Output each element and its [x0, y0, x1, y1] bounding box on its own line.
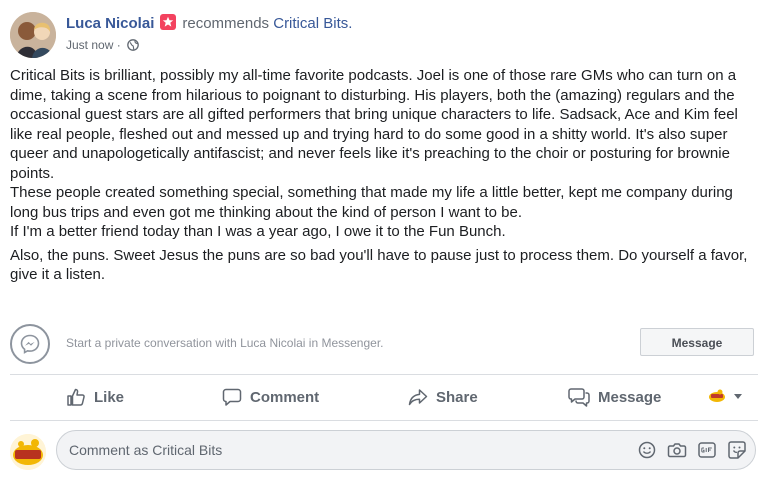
body-paragraph: Also, the puns. Sweet Jesus the puns are… [10, 246, 748, 284]
like-button[interactable]: Like [66, 377, 124, 417]
post-meta: Just now · [66, 38, 139, 54]
message-icon [568, 388, 590, 407]
meta-separator: · [116, 38, 121, 52]
comment-icon [222, 388, 242, 406]
timestamp[interactable]: Just now [66, 38, 113, 52]
share-icon [408, 389, 428, 406]
author-line: Luca Nicolai recommends Critical Bits. [66, 14, 352, 32]
author-name[interactable]: Luca Nicolai [66, 15, 154, 32]
messenger-prompt-text: Start a private conversation with Luca N… [66, 336, 384, 350]
like-icon [67, 388, 85, 406]
emoji-icon[interactable] [637, 440, 657, 460]
body-paragraph: Critical Bits is brilliant, possibly my … [10, 67, 738, 182]
comment-composer: Comment as Critical Bits [10, 428, 758, 472]
sticker-icon[interactable] [727, 440, 747, 460]
author-avatar[interactable] [10, 12, 56, 58]
page-name-link[interactable]: Critical Bits. [273, 15, 352, 32]
action-bar: Like Comment Share Message [10, 377, 758, 417]
divider [10, 420, 758, 421]
body-paragraph: These people created something special, … [10, 184, 733, 221]
camera-icon[interactable] [667, 440, 687, 460]
page-avatar[interactable] [10, 434, 46, 470]
comment-icon-tray [637, 440, 747, 460]
comment-placeholder: Comment as Critical Bits [69, 442, 223, 458]
post-header: Luca Nicolai recommends Critical Bits. Ju… [10, 12, 750, 60]
messenger-icon [10, 324, 50, 364]
share-label: Share [436, 388, 478, 406]
message-action-label: Message [598, 388, 662, 406]
recommends-text: recommends [182, 15, 270, 32]
share-button[interactable]: Share [408, 377, 478, 417]
messenger-prompt-row: Start a private conversation with Luca N… [10, 322, 758, 366]
like-label: Like [94, 388, 125, 406]
message-action-button[interactable]: Message [568, 377, 661, 417]
recommend-star-icon [160, 14, 177, 30]
comment-input[interactable]: Comment as Critical Bits [56, 430, 756, 470]
page-identity-icon [709, 389, 725, 402]
comment-button[interactable]: Comment [222, 377, 319, 417]
body-paragraph: If I'm a better friend today than I was … [10, 223, 506, 240]
gif-icon[interactable] [697, 440, 717, 460]
page-identity-switcher[interactable] [708, 389, 744, 403]
globe-icon[interactable] [127, 39, 139, 54]
caret-down-icon [734, 394, 742, 399]
post-body: Critical Bits is brilliant, possibly my … [10, 66, 760, 285]
message-button[interactable]: Message [640, 328, 754, 356]
divider [10, 374, 758, 375]
comment-label: Comment [250, 388, 320, 406]
